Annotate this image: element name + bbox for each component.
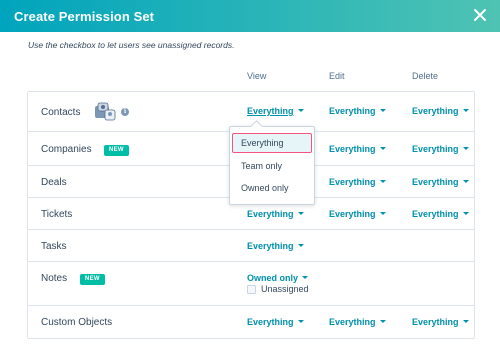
dropdown-contacts-delete[interactable]: Everything bbox=[412, 106, 469, 116]
caret-down-icon bbox=[462, 212, 469, 216]
column-header-view: View bbox=[247, 71, 267, 81]
unassigned-checkbox-label[interactable]: Unassigned bbox=[261, 284, 309, 294]
caret-down-icon bbox=[302, 276, 309, 280]
row-label-notes: Notes bbox=[41, 273, 68, 284]
dropdown-tickets-edit[interactable]: Everything bbox=[329, 209, 386, 219]
table-row-custom-objects: Custom Objects Everything Everything Eve… bbox=[28, 306, 474, 338]
caret-down-icon bbox=[297, 244, 304, 248]
caret-down-icon bbox=[379, 180, 386, 184]
close-icon[interactable] bbox=[472, 7, 488, 23]
menu-item-everything[interactable]: Everything bbox=[232, 133, 312, 153]
dropdown-tickets-delete[interactable]: Everything bbox=[412, 209, 469, 219]
new-badge: NEW bbox=[104, 145, 129, 156]
caret-down-icon bbox=[462, 320, 469, 324]
row-label-tickets: Tickets bbox=[41, 209, 73, 220]
table-row-tasks: Tasks Everything bbox=[28, 230, 474, 262]
dropdown-custom-objects-edit[interactable]: Everything bbox=[329, 317, 386, 327]
row-label-deals: Deals bbox=[41, 177, 67, 188]
caret-down-icon bbox=[379, 147, 386, 151]
row-label-companies: Companies bbox=[41, 144, 92, 155]
column-header-delete: Delete bbox=[412, 71, 439, 81]
dropdown-companies-edit[interactable]: Everything bbox=[329, 144, 386, 154]
row-label-contacts: Contacts bbox=[41, 107, 81, 118]
dropdown-custom-objects-delete[interactable]: Everything bbox=[412, 317, 469, 327]
menu-item-owned-only[interactable]: Owned only bbox=[232, 178, 312, 198]
contacts-illustration-icon bbox=[95, 102, 116, 121]
caret-down-icon bbox=[462, 147, 469, 151]
dropdown-contacts-edit[interactable]: Everything bbox=[329, 106, 386, 116]
menu-item-team-only[interactable]: Team only bbox=[232, 156, 312, 176]
modal-title: Create Permission Set bbox=[14, 8, 155, 24]
unassigned-checkbox[interactable] bbox=[247, 284, 256, 294]
dropdown-custom-objects-view[interactable]: Everything bbox=[247, 317, 304, 327]
info-icon[interactable]: i bbox=[121, 108, 129, 116]
caret-down-icon bbox=[379, 109, 386, 113]
caret-down-icon bbox=[379, 212, 386, 216]
dropdown-tickets-view[interactable]: Everything bbox=[247, 209, 304, 219]
dropdown-contacts-view[interactable]: Everything bbox=[247, 106, 304, 116]
view-dropdown-menu: Everything Team only Owned only bbox=[229, 126, 315, 205]
new-badge: NEW bbox=[80, 274, 105, 285]
dropdown-deals-edit[interactable]: Everything bbox=[329, 177, 386, 187]
dropdown-tasks-view[interactable]: Everything bbox=[247, 241, 304, 251]
row-label-custom-objects: Custom Objects bbox=[41, 317, 113, 328]
caret-down-icon bbox=[297, 109, 304, 113]
caret-down-icon bbox=[297, 320, 304, 324]
column-header-edit: Edit bbox=[329, 71, 345, 81]
dropdown-companies-delete[interactable]: Everything bbox=[412, 144, 469, 154]
row-label-tasks: Tasks bbox=[41, 241, 67, 252]
dropdown-notes-view[interactable]: Owned only bbox=[247, 273, 309, 283]
unassigned-checkbox-group[interactable]: Unassigned bbox=[247, 284, 309, 294]
caret-down-icon bbox=[462, 180, 469, 184]
dropdown-deals-delete[interactable]: Everything bbox=[412, 177, 469, 187]
modal-header: Create Permission Set bbox=[0, 0, 500, 32]
caret-down-icon bbox=[297, 212, 304, 216]
hint-text: Use the checkbox to let users see unassi… bbox=[28, 40, 235, 50]
caret-down-icon bbox=[379, 320, 386, 324]
caret-down-icon bbox=[462, 109, 469, 113]
